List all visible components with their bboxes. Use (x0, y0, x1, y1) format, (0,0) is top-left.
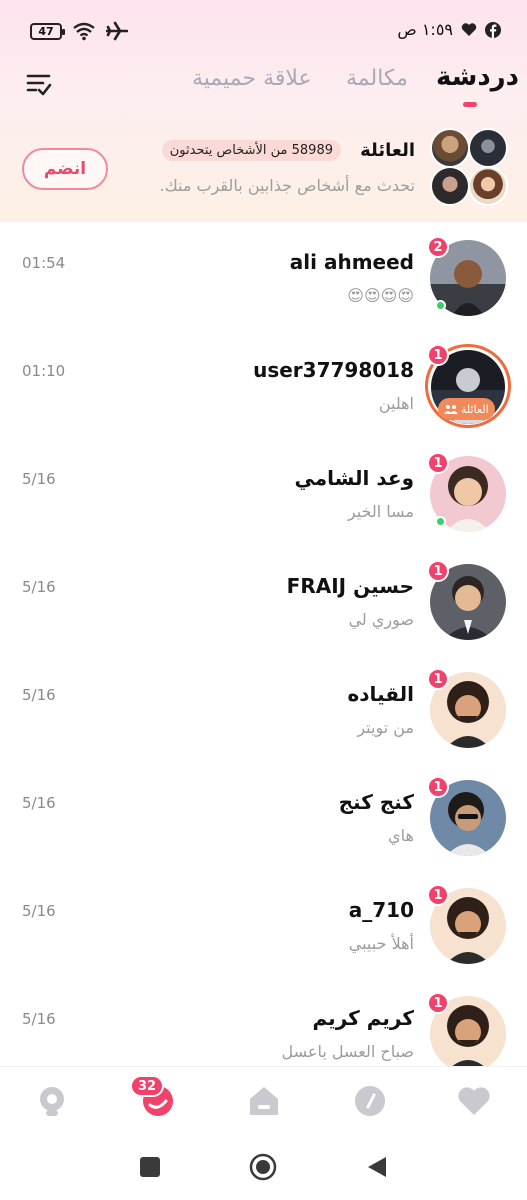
battery-icon: 47 (30, 22, 65, 40)
tab-chat[interactable]: دردشة (436, 62, 519, 92)
airplane-icon (106, 21, 128, 41)
status-bar-left: 47 (30, 21, 128, 41)
chat-name: القياده (347, 682, 414, 706)
chat-row[interactable]: 1 كنج كنج هاي 5/16 (0, 764, 527, 872)
home-button[interactable] (249, 1153, 277, 1181)
unread-badge: 1 (427, 668, 449, 690)
chat-time: 5/16 (22, 902, 56, 920)
chat-last-message: أهلأ حبيبي (348, 934, 414, 953)
chat-last-message: من تويتر (357, 718, 414, 737)
heart-icon (461, 23, 477, 36)
planet-icon[interactable] (34, 1083, 70, 1119)
chat-time: 5/16 (22, 686, 56, 704)
bottom-nav: 32 (0, 1066, 527, 1140)
chat-row[interactable]: 2 ali ahmeed 😍😍😍😍 01:54 (0, 224, 527, 332)
chat-name: وعد الشامي (294, 466, 414, 490)
chat-unread-badge: 32 (130, 1075, 165, 1097)
online-indicator (435, 300, 446, 311)
chat-last-message: 😍😍😍😍 (347, 286, 414, 305)
chat-row[interactable]: 1 وعد الشامي مسا الخير 5/16 (0, 440, 527, 548)
family-banner[interactable]: انضم 58989 من الأشخاص يتحدثون العائلة تح… (0, 116, 527, 222)
back-button[interactable] (366, 1156, 388, 1178)
people-count-badge: 58989 من الأشخاص يتحدثون (161, 140, 341, 161)
header: علاقة حميمية مكالمة دردشة (0, 60, 527, 116)
facebook-icon (485, 21, 501, 38)
clock: ١:٥٩ ص (397, 20, 453, 39)
wifi-icon (73, 22, 95, 41)
avatar (430, 166, 470, 206)
chat-row[interactable]: 1 العائلة user37798018 اهلين 01:10 (0, 332, 527, 440)
system-nav-bar (0, 1140, 527, 1200)
online-indicator (435, 516, 446, 527)
chat-last-message: صباح العسل ياعسل (281, 1042, 414, 1061)
active-tab-indicator (463, 102, 477, 107)
chat-row[interactable]: 1 a_710 أهلأ حبيبي 5/16 (0, 872, 527, 980)
chat-name: user37798018 (253, 358, 414, 382)
chat-last-message: مسا الخير (347, 502, 414, 521)
filter-check-icon[interactable] (25, 70, 53, 98)
status-bar: 47 ١:٥٩ ص (0, 0, 527, 60)
unread-badge: 1 (427, 344, 449, 366)
unread-badge: 1 (427, 884, 449, 906)
unread-badge: 1 (427, 992, 449, 1014)
chat-time: 5/16 (22, 794, 56, 812)
chat-time: 01:54 (22, 254, 66, 272)
unread-badge: 1 (427, 776, 449, 798)
family-tag-label: العائلة (461, 402, 489, 416)
chat-name: حسين FRAIJ (286, 574, 414, 598)
chat-name: كريم كريم (312, 1006, 415, 1030)
chat-time: 5/16 (22, 1010, 56, 1028)
chat-row[interactable]: 1 حسين FRAIJ صوري لي 5/16 (0, 548, 527, 656)
heart-icon[interactable] (456, 1083, 492, 1119)
chat-time: 5/16 (22, 578, 56, 596)
avatar (468, 128, 508, 168)
chat-name: كنج كنج (338, 790, 414, 814)
unread-badge: 1 (427, 452, 449, 474)
recents-button[interactable] (139, 1156, 161, 1178)
avatar (468, 166, 508, 206)
unread-badge: 2 (427, 236, 449, 258)
family-subtitle: تحدث مع أشخاص جذابين بالقرب منك. (159, 176, 415, 195)
chat-last-message: هاي (388, 826, 414, 845)
avatar (430, 128, 470, 168)
tab-calls[interactable]: مكالمة (346, 66, 408, 91)
family-tag: العائلة (438, 398, 495, 420)
status-bar-right: ١:٥٩ ص (397, 20, 501, 39)
family-title: العائلة (360, 140, 415, 161)
chat-time: 01:10 (22, 362, 66, 380)
join-button[interactable]: انضم (22, 148, 108, 190)
tab-intimate[interactable]: علاقة حميمية (192, 66, 312, 91)
home-icon[interactable] (246, 1083, 282, 1119)
chat-row[interactable]: 1 القياده من تويتر 5/16 (0, 656, 527, 764)
chat-last-message: صوري لي (348, 610, 414, 629)
compass-icon[interactable] (352, 1083, 388, 1119)
family-avatar-cluster (430, 128, 510, 208)
chat-last-message: اهلين (378, 394, 414, 413)
unread-badge: 1 (427, 560, 449, 582)
chat-name: ali ahmeed (289, 250, 414, 274)
group-icon (444, 405, 458, 414)
chat-time: 5/16 (22, 470, 56, 488)
chat-name: a_710 (348, 898, 414, 922)
